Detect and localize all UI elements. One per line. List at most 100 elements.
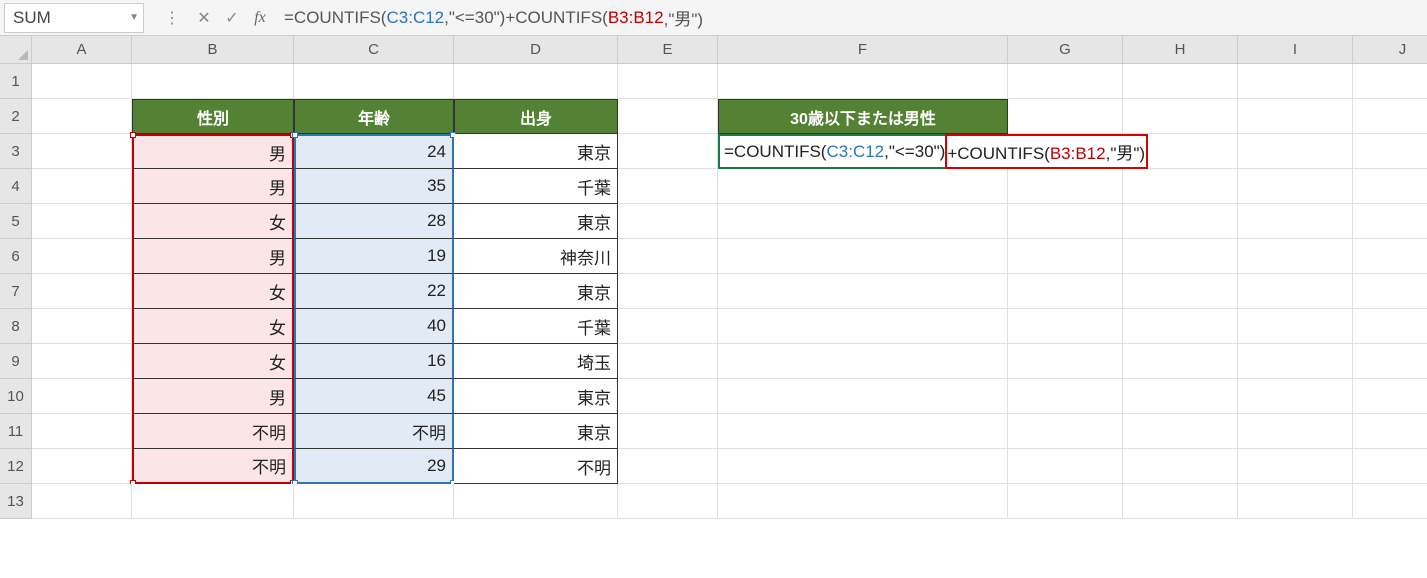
col-header-G[interactable]: G — [1008, 36, 1123, 64]
cell-H13[interactable] — [1123, 484, 1238, 519]
cell-F10[interactable] — [718, 379, 1008, 414]
cell-D8[interactable]: 千葉 — [454, 309, 618, 344]
cell-I4[interactable] — [1238, 169, 1353, 204]
cell-H2[interactable] — [1123, 99, 1238, 134]
cell-E11[interactable] — [618, 414, 718, 449]
cell-D9[interactable]: 埼玉 — [454, 344, 618, 379]
cell-I10[interactable] — [1238, 379, 1353, 414]
cell-A2[interactable] — [32, 99, 132, 134]
cell-H12[interactable] — [1123, 449, 1238, 484]
cell-G11[interactable] — [1008, 414, 1123, 449]
cell-B10[interactable]: 男 — [132, 379, 294, 414]
cell-F4[interactable] — [718, 169, 1008, 204]
row-header-8[interactable]: 8 — [0, 309, 32, 344]
cell-G9[interactable] — [1008, 344, 1123, 379]
cancel-icon[interactable]: ✕ — [190, 0, 218, 35]
cell-J12[interactable] — [1353, 449, 1427, 484]
cell-E12[interactable] — [618, 449, 718, 484]
cell-H11[interactable] — [1123, 414, 1238, 449]
more-icon[interactable]: ⋮ — [158, 0, 186, 35]
cell-B4[interactable]: 男 — [132, 169, 294, 204]
cell-E7[interactable] — [618, 274, 718, 309]
cell-D2[interactable]: 出身 — [454, 99, 618, 134]
cell-G13[interactable] — [1008, 484, 1123, 519]
cell-I2[interactable] — [1238, 99, 1353, 134]
selection-handle[interactable] — [292, 132, 298, 138]
cell-F9[interactable] — [718, 344, 1008, 379]
cell-B5[interactable]: 女 — [132, 204, 294, 239]
cell-H4[interactable] — [1123, 169, 1238, 204]
cell-I11[interactable] — [1238, 414, 1353, 449]
cell-C13[interactable] — [294, 484, 454, 519]
col-header-F[interactable]: F — [718, 36, 1008, 64]
cell-E3[interactable] — [618, 134, 718, 169]
cell-C11[interactable]: 不明 — [294, 414, 454, 449]
cell-B9[interactable]: 女 — [132, 344, 294, 379]
cell-J1[interactable] — [1353, 64, 1427, 99]
cell-C4[interactable]: 35 — [294, 169, 454, 204]
cell-C7[interactable]: 22 — [294, 274, 454, 309]
cell-C10[interactable]: 45 — [294, 379, 454, 414]
row-header-11[interactable]: 11 — [0, 414, 32, 449]
cell-F3[interactable]: =COUNTIFS(C3:C12,"<=30")+COUNTIFS(B3:B12… — [718, 134, 1008, 169]
selection-handle[interactable] — [130, 132, 136, 138]
cell-J6[interactable] — [1353, 239, 1427, 274]
row-header-9[interactable]: 9 — [0, 344, 32, 379]
cell-D13[interactable] — [454, 484, 618, 519]
cell-E10[interactable] — [618, 379, 718, 414]
cell-I12[interactable] — [1238, 449, 1353, 484]
cell-I9[interactable] — [1238, 344, 1353, 379]
row-header-10[interactable]: 10 — [0, 379, 32, 414]
col-header-I[interactable]: I — [1238, 36, 1353, 64]
row-header-2[interactable]: 2 — [0, 99, 32, 134]
cell-D12[interactable]: 不明 — [454, 449, 618, 484]
cell-F11[interactable] — [718, 414, 1008, 449]
cell-F6[interactable] — [718, 239, 1008, 274]
cell-E5[interactable] — [618, 204, 718, 239]
cell-B7[interactable]: 女 — [132, 274, 294, 309]
cell-A12[interactable] — [32, 449, 132, 484]
cell-A8[interactable] — [32, 309, 132, 344]
cell-G7[interactable] — [1008, 274, 1123, 309]
cell-J4[interactable] — [1353, 169, 1427, 204]
cell-F13[interactable] — [718, 484, 1008, 519]
cell-F5[interactable] — [718, 204, 1008, 239]
cell-H9[interactable] — [1123, 344, 1238, 379]
cell-A7[interactable] — [32, 274, 132, 309]
cell-J10[interactable] — [1353, 379, 1427, 414]
cell-B3[interactable]: 男 — [132, 134, 294, 169]
cell-G8[interactable] — [1008, 309, 1123, 344]
cell-C2[interactable]: 年齢 — [294, 99, 454, 134]
enter-icon[interactable]: ✓ — [218, 0, 246, 35]
cell-E4[interactable] — [618, 169, 718, 204]
row-header-7[interactable]: 7 — [0, 274, 32, 309]
dropdown-icon[interactable]: ▼ — [129, 12, 139, 23]
col-header-D[interactable]: D — [454, 36, 618, 64]
row-header-13[interactable]: 13 — [0, 484, 32, 519]
formula-input[interactable]: =COUNTIFS(C3:C12,"<=30")+COUNTIFS(B3:B12… — [274, 0, 1427, 35]
cell-J13[interactable] — [1353, 484, 1427, 519]
cell-I8[interactable] — [1238, 309, 1353, 344]
cell-A3[interactable] — [32, 134, 132, 169]
cell-A13[interactable] — [32, 484, 132, 519]
cell-B8[interactable]: 女 — [132, 309, 294, 344]
cell-G2[interactable] — [1008, 99, 1123, 134]
cell-H10[interactable] — [1123, 379, 1238, 414]
row-header-12[interactable]: 12 — [0, 449, 32, 484]
cell-A4[interactable] — [32, 169, 132, 204]
cell-A6[interactable] — [32, 239, 132, 274]
cell-D10[interactable]: 東京 — [454, 379, 618, 414]
cell-I7[interactable] — [1238, 274, 1353, 309]
cell-J2[interactable] — [1353, 99, 1427, 134]
cell-J3[interactable] — [1353, 134, 1427, 169]
cell-B12[interactable]: 不明 — [132, 449, 294, 484]
cell-J5[interactable] — [1353, 204, 1427, 239]
cell-E9[interactable] — [618, 344, 718, 379]
cell-B13[interactable] — [132, 484, 294, 519]
fx-icon[interactable]: fx — [246, 0, 274, 35]
row-header-3[interactable]: 3 — [0, 134, 32, 169]
cell-G5[interactable] — [1008, 204, 1123, 239]
cell-C3[interactable]: 24 — [294, 134, 454, 169]
editing-cell-overlay[interactable]: =COUNTIFS(C3:C12,"<=30")+COUNTIFS(B3:B12… — [718, 134, 1148, 169]
cell-E6[interactable] — [618, 239, 718, 274]
